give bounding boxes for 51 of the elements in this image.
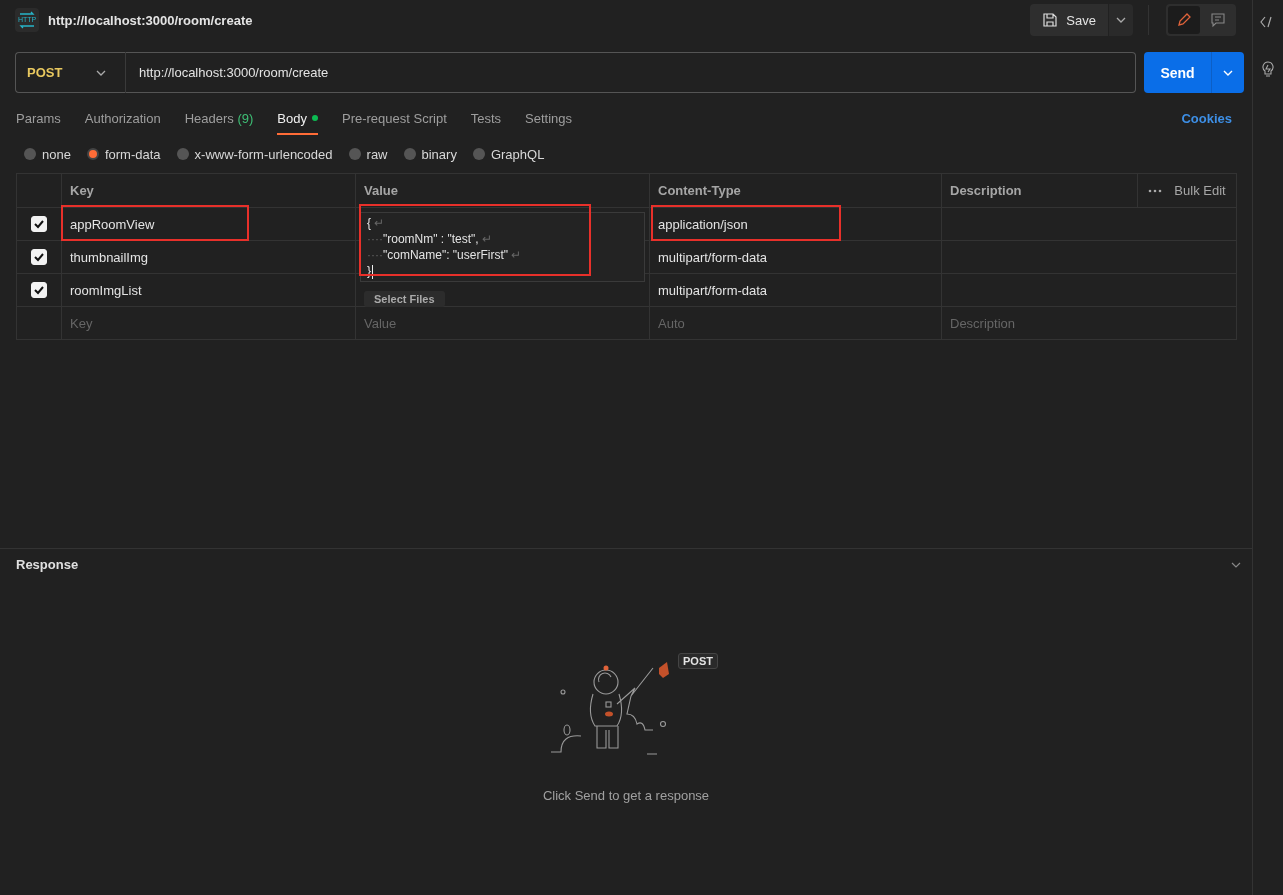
url-field[interactable]: http://localhost:3000/room/create: [126, 52, 1136, 93]
content-type-cell: application/json: [658, 216, 748, 232]
content-type-cell: multipart/form-data: [658, 249, 768, 265]
column-header: Description: [950, 183, 1022, 198]
request-tab[interactable]: Authorization: [84, 101, 161, 135]
request-tab[interactable]: Settings: [525, 101, 573, 135]
checkbox[interactable]: [31, 282, 47, 298]
column-header: Key: [70, 183, 94, 198]
body-type-radio[interactable]: binary: [403, 146, 457, 162]
body-type-radio[interactable]: none: [24, 146, 71, 162]
select-files-button[interactable]: Select Files: [364, 291, 445, 307]
line-break-marker: ↵: [482, 232, 493, 246]
key-cell: thumbnailImg: [70, 249, 149, 265]
request-tab[interactable]: Tests: [470, 101, 502, 135]
body-type-radio[interactable]: form-data: [86, 146, 161, 162]
checkbox[interactable]: [31, 216, 47, 232]
request-tab[interactable]: Params: [16, 101, 61, 135]
code-text: "roomNm" : "test",: [383, 232, 479, 246]
code-text: {: [367, 216, 371, 230]
checkbox[interactable]: [31, 249, 47, 265]
line-break-marker: ↵: [511, 248, 522, 262]
key-cell: roomImgList: [70, 282, 142, 298]
request-tab[interactable]: Headers (9): [184, 101, 254, 135]
request-title: http://localhost:3000/room/create: [48, 12, 253, 28]
body-type-radio[interactable]: raw: [348, 146, 388, 162]
empty-response-hint: Click Send to get a response: [542, 788, 710, 803]
content-type-cell: multipart/form-data: [658, 282, 768, 298]
save-icon: [1042, 12, 1059, 28]
body-type-radio[interactable]: GraphQL: [472, 146, 545, 162]
lightbulb-icon[interactable]: [1260, 60, 1276, 78]
edit-button[interactable]: [1168, 6, 1200, 34]
code-text: "comName": "userFirst": [383, 248, 509, 262]
line-break-marker: ↵: [374, 216, 385, 230]
more-icon: [1148, 188, 1163, 193]
column-header: Content-Type: [658, 183, 741, 198]
request-tab[interactable]: Pre-request Script: [342, 101, 447, 135]
key-cell: appRoomView: [70, 216, 155, 232]
save-button[interactable]: Save: [1030, 4, 1108, 36]
pencil-icon: [1176, 12, 1192, 28]
whitespace-marker: ····: [367, 232, 383, 246]
comment-icon: [1210, 12, 1226, 28]
bulk-edit-button[interactable]: Bulk Edit: [1148, 183, 1226, 198]
whitespace-marker: ····: [367, 248, 383, 262]
method-badge: POST: [678, 653, 718, 669]
method-select[interactable]: POST: [15, 52, 126, 93]
request-tab[interactable]: Body: [277, 101, 318, 135]
send-button[interactable]: Send: [1144, 52, 1212, 93]
cookies-link[interactable]: Cookies: [1181, 101, 1232, 135]
body-type-radio[interactable]: x-www-form-urlencoded: [176, 146, 333, 162]
response-title: Response: [16, 557, 79, 572]
column-header: Value: [364, 183, 398, 198]
